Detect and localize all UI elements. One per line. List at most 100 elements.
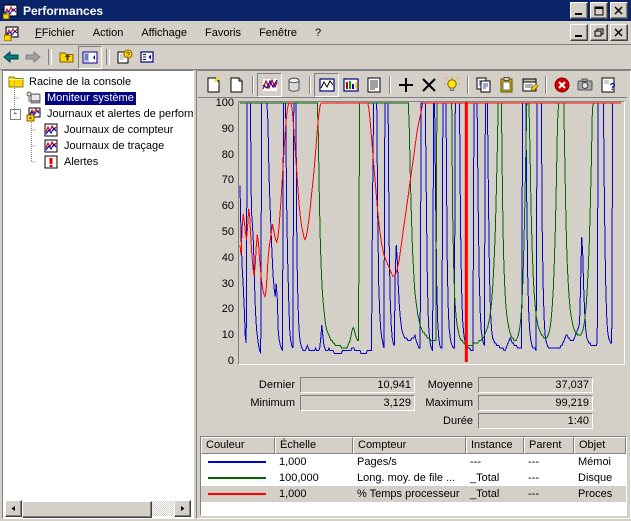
window-controls <box>570 2 628 19</box>
chart-plot-area[interactable] <box>238 101 625 365</box>
tree-node-label: Racine de la console <box>29 75 132 88</box>
copy-properties-button[interactable] <box>472 74 495 96</box>
mdi-close-button[interactable] <box>610 24 628 41</box>
title-bar: Performances <box>0 0 631 21</box>
legend-color-swatch <box>201 493 275 495</box>
legend-color-swatch <box>201 477 275 479</box>
mdi-restore-button[interactable] <box>590 24 608 41</box>
freeze-display-button[interactable] <box>550 74 573 96</box>
sidebar-item-journaux-compteur[interactable]: Journaux de compteur <box>3 122 193 138</box>
toolbar-separator <box>106 49 110 65</box>
up-one-level-button[interactable] <box>56 47 78 68</box>
forward-button[interactable] <box>22 47 44 68</box>
properties-button[interactable]: ? <box>114 47 136 68</box>
legend-column-echelle[interactable]: Échelle <box>275 437 353 454</box>
legend-row[interactable]: 1,000 Pages/s --- --- Mémoi <box>201 454 626 470</box>
view-graph-button[interactable] <box>314 72 339 97</box>
window-title: Performances <box>23 3 104 18</box>
update-data-button[interactable] <box>573 74 596 96</box>
add-counter-button[interactable] <box>394 74 417 96</box>
legend-row[interactable]: 100,000 Long. moy. de file ... _Total --… <box>201 470 626 486</box>
menu-item-label: Fenêtre <box>259 26 297 39</box>
svg-text:?: ? <box>609 82 615 93</box>
menu-bar: FFichier Action Affichage Favoris Fenêtr… <box>0 21 631 45</box>
view-histogram-button[interactable] <box>339 74 362 96</box>
menu-item-fenetre[interactable]: Fenêtre <box>250 25 306 41</box>
close-button[interactable] <box>610 2 628 19</box>
delete-counter-button[interactable] <box>417 74 440 96</box>
back-button[interactable] <box>0 47 22 68</box>
properties-sheet-icon <box>522 78 539 92</box>
menu-item-affichage[interactable]: Affichage <box>132 25 196 41</box>
tree-node-label: Alertes <box>64 155 99 168</box>
stat-label-average: Moyenne <box>427 379 473 391</box>
paste-counter-list-button[interactable] <box>495 74 518 96</box>
legend-column-instance[interactable]: Instance <box>466 437 524 454</box>
legend-counter: Long. moy. de file ... <box>357 471 456 484</box>
legend-scale: 100,000 <box>279 471 319 484</box>
sidebar-item-moniteur-systeme[interactable]: Moniteur système <box>3 90 193 106</box>
help-button[interactable]: ? <box>596 74 619 96</box>
chart-y-tick: 60 <box>221 200 234 213</box>
console-tree-icon <box>82 51 98 64</box>
legend-instance: _Total <box>470 487 500 500</box>
performance-monitor-window: Performances FFichier Action Affichage F… <box>0 0 631 521</box>
scroll-left-arrow-icon[interactable] <box>5 500 22 517</box>
sidebar-item-journaux-tracage[interactable]: Journaux de traçage <box>3 138 193 154</box>
scrollbar-track[interactable] <box>22 501 174 518</box>
minimize-button[interactable] <box>570 2 588 19</box>
legend-row[interactable]: 1,000 % Temps processeur _Total --- Proc… <box>201 486 626 502</box>
show-hide-console-tree-button[interactable] <box>78 45 102 69</box>
menu-item-favoris[interactable]: Favoris <box>196 25 250 41</box>
legend-instance: _Total <box>470 471 500 484</box>
toolbar-separator <box>309 75 310 94</box>
svg-text:?: ? <box>126 52 130 59</box>
stat-value-maximum: 99,219 <box>478 395 593 411</box>
view-current-activity-button[interactable] <box>257 72 282 97</box>
clear-display-icon <box>230 77 242 92</box>
legend-column-parent[interactable]: Parent <box>524 437 574 454</box>
scroll-right-arrow-icon[interactable] <box>174 500 191 517</box>
chart-y-tick: 40 <box>221 251 234 264</box>
new-counter-set-button[interactable] <box>202 74 225 96</box>
alert-icon <box>43 154 59 170</box>
system-monitor-pane: ? 0 10 20 30 40 50 60 70 80 90 100 Dernier 10,941 … <box>196 70 631 519</box>
properties-sheet-button[interactable] <box>518 74 541 96</box>
graph-toolbar: ? <box>198 72 627 98</box>
clear-display-button[interactable] <box>225 74 248 96</box>
scrollbar-thumb[interactable] <box>22 501 152 518</box>
main-toolbar: ? <box>0 45 631 70</box>
highlight-button[interactable] <box>440 74 463 96</box>
chart-y-tick: 0 <box>227 355 234 367</box>
legend-parent: --- <box>528 487 539 500</box>
export-list-button[interactable] <box>136 47 158 68</box>
legend-column-compteur[interactable]: Compteur <box>353 437 466 454</box>
toolbar-separator <box>252 75 253 94</box>
menu-item-fichier[interactable]: FFichier <box>26 25 84 41</box>
sidebar-item-alertes[interactable]: Alertes <box>3 154 193 170</box>
tree-node-root[interactable]: Racine de la console <box>3 74 193 90</box>
menu-item-help[interactable]: ? <box>306 25 330 41</box>
legend-column-objet[interactable]: Objet <box>574 437 626 454</box>
tree-expander-collapse[interactable]: - <box>10 109 21 120</box>
stat-value-minimum: 3,129 <box>300 395 415 411</box>
tree-node-label: Moniteur système <box>45 91 136 105</box>
view-report-button[interactable] <box>362 74 385 96</box>
legend-counter: Pages/s <box>357 455 397 468</box>
stat-value-last: 10,941 <box>300 377 415 393</box>
chart-y-tick: 50 <box>221 226 234 238</box>
tree-horizontal-scrollbar[interactable] <box>5 500 191 518</box>
mdi-minimize-button[interactable] <box>570 24 588 41</box>
legend-column-couleur[interactable]: Couleur <box>201 437 275 454</box>
view-log-data-button[interactable] <box>282 74 305 96</box>
menu-item-action[interactable]: Action <box>84 25 133 41</box>
current-activity-icon <box>261 77 278 91</box>
series-color-line <box>208 461 266 463</box>
console-icon <box>3 25 20 41</box>
chart-y-tick: 70 <box>221 174 234 187</box>
counter-legend[interactable]: Couleur Échelle Compteur Instance Parent… <box>200 436 627 516</box>
sidebar-item-journaux-alertes[interactable]: - Journaux et alertes de perform <box>3 106 193 122</box>
chart-y-tick: 20 <box>221 303 234 316</box>
trace-log-icon <box>43 138 59 154</box>
maximize-button[interactable] <box>590 2 608 19</box>
